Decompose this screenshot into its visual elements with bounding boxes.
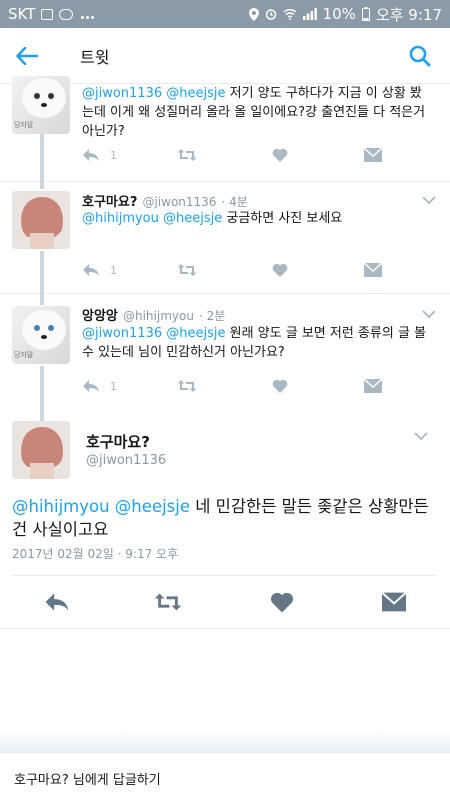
tweet-text: @jiwon1136 @heejsje 저기 양도 구하다가 지금 이 상황 봤… <box>82 84 432 141</box>
clock: 오후 9:17 <box>375 5 442 24</box>
avatar[interactable]: 당자말 <box>12 76 70 134</box>
envelope-icon <box>364 379 382 393</box>
reply-button[interactable]: 1 <box>82 263 117 277</box>
envelope-icon <box>381 591 407 612</box>
reply-icon <box>83 380 99 392</box>
mention-link[interactable]: @hihijmyou @heejsje <box>12 497 190 516</box>
envelope-icon <box>364 148 382 162</box>
location-icon <box>248 7 259 21</box>
tweet-actions: 1 <box>82 379 382 399</box>
like-button[interactable] <box>272 148 288 162</box>
battery-percent: 10% <box>322 5 356 23</box>
retweet-button[interactable] <box>177 379 197 393</box>
main-tweet-actions <box>0 576 450 628</box>
tweet-item[interactable]: 호구마요? @jiwon1136 · 4분 @hihijmyou @heejsj… <box>0 181 450 293</box>
avatar[interactable]: 당자말 <box>12 306 70 364</box>
status-bar: SKT 10% 오후 9:17 <box>0 0 450 28</box>
tweet-actions: 1 <box>82 148 382 168</box>
retweet-button[interactable] <box>177 263 197 277</box>
display-name[interactable]: 앙앙앙 <box>82 309 118 324</box>
dm-button[interactable] <box>364 379 382 393</box>
main-tweet-text: @hihijmyou @heejsje 네 민감한든 말든 좆같은 상황만든건 … <box>12 495 442 541</box>
reply-icon <box>83 149 99 161</box>
avatar[interactable] <box>12 191 70 249</box>
reply-icon <box>45 593 69 611</box>
like-button[interactable] <box>272 263 288 277</box>
thread-line <box>40 293 44 305</box>
display-name[interactable]: 호구마요? <box>82 195 137 210</box>
tweet-body: 궁금하면 사진 보세요 <box>222 211 343 226</box>
chevron-down-icon[interactable] <box>414 431 428 441</box>
alarm-icon <box>265 9 276 20</box>
username[interactable]: @hihijmyou <box>123 309 194 323</box>
dm-button[interactable] <box>381 591 407 616</box>
mention-link[interactable]: @jiwon1136 @heejsje <box>82 326 226 341</box>
search-icon <box>409 45 431 66</box>
thread-line <box>40 181 44 189</box>
tweet-text: @jiwon1136 @heejsje 원래 양도 글 보면 저런 종류의 글 … <box>82 324 432 362</box>
dm-button[interactable] <box>364 263 382 277</box>
reply-count: 1 <box>110 263 117 277</box>
back-button[interactable] <box>16 41 46 71</box>
avatar[interactable] <box>12 421 70 479</box>
chevron-down-icon[interactable] <box>422 195 436 205</box>
timestamp: · 2분 <box>199 309 226 323</box>
reply-input-placeholder[interactable]: 호구마요? 님에게 답글하기 <box>14 769 161 788</box>
retweet-icon <box>177 264 197 276</box>
thread-line <box>40 134 44 181</box>
more-notifications-icon <box>79 5 95 23</box>
tweet-item[interactable]: 당자말 앙앙앙 @hihijmyou · 2분 @jiwon1136 @heej… <box>0 293 450 413</box>
retweet-icon <box>177 380 197 392</box>
battery-icon <box>361 7 370 21</box>
thread-line <box>40 366 44 413</box>
back-arrow-icon <box>16 46 38 65</box>
tweet-text: @hihijmyou @heejsje 궁금하면 사진 보세요 <box>82 209 432 228</box>
display-name[interactable]: 호구마요? <box>86 431 150 452</box>
heart-icon <box>272 379 288 393</box>
search-button[interactable] <box>408 44 432 68</box>
reply-count: 1 <box>110 148 117 162</box>
like-button[interactable] <box>272 379 288 393</box>
divider <box>0 628 450 629</box>
message-notification-icon <box>59 8 74 20</box>
avatar-watermark: 당자말 <box>14 351 34 359</box>
tweet-item[interactable]: 당자말 @jiwon1136 @heejsje 저기 양도 구하다가 지금 이 … <box>0 76 450 181</box>
like-button[interactable] <box>270 591 294 617</box>
reply-count: 1 <box>110 379 117 393</box>
carrier-label: SKT <box>8 5 36 23</box>
reply-button[interactable] <box>44 592 70 616</box>
signal-icon <box>302 8 317 20</box>
username[interactable]: @jiwon1136 <box>142 195 216 209</box>
reply-button[interactable]: 1 <box>82 379 117 393</box>
reply-button[interactable]: 1 <box>82 148 117 162</box>
tweet-actions: 1 <box>82 263 382 283</box>
envelope-icon <box>364 263 382 277</box>
retweet-icon <box>154 593 182 611</box>
retweet-icon <box>177 149 197 161</box>
mention-link[interactable]: @jiwon1136 @heejsje <box>82 86 226 101</box>
dm-button[interactable] <box>364 148 382 162</box>
reply-bar-shadow <box>0 730 450 752</box>
timestamp: · 4분 <box>221 195 248 209</box>
reply-icon <box>83 264 99 276</box>
retweet-button[interactable] <box>154 592 182 616</box>
wifi-icon <box>283 8 297 20</box>
mention-link[interactable]: @hihijmyou @heejsje <box>82 211 222 226</box>
heart-icon <box>272 263 288 277</box>
page-title: 트윗 <box>80 47 110 67</box>
reply-composer[interactable]: 호구마요? 님에게 답글하기 <box>0 752 450 800</box>
thread-line <box>40 251 44 293</box>
image-notification-icon <box>41 8 54 20</box>
retweet-button[interactable] <box>177 148 197 162</box>
username[interactable]: @jiwon1136 <box>86 453 166 468</box>
thread-line <box>40 413 44 421</box>
chevron-down-icon[interactable] <box>422 309 436 319</box>
heart-icon <box>270 592 294 613</box>
heart-icon <box>272 148 288 162</box>
avatar-watermark: 당자말 <box>14 121 34 129</box>
tweet-date: 2017년 02월 02일 · 9:17 오후 <box>12 547 179 561</box>
